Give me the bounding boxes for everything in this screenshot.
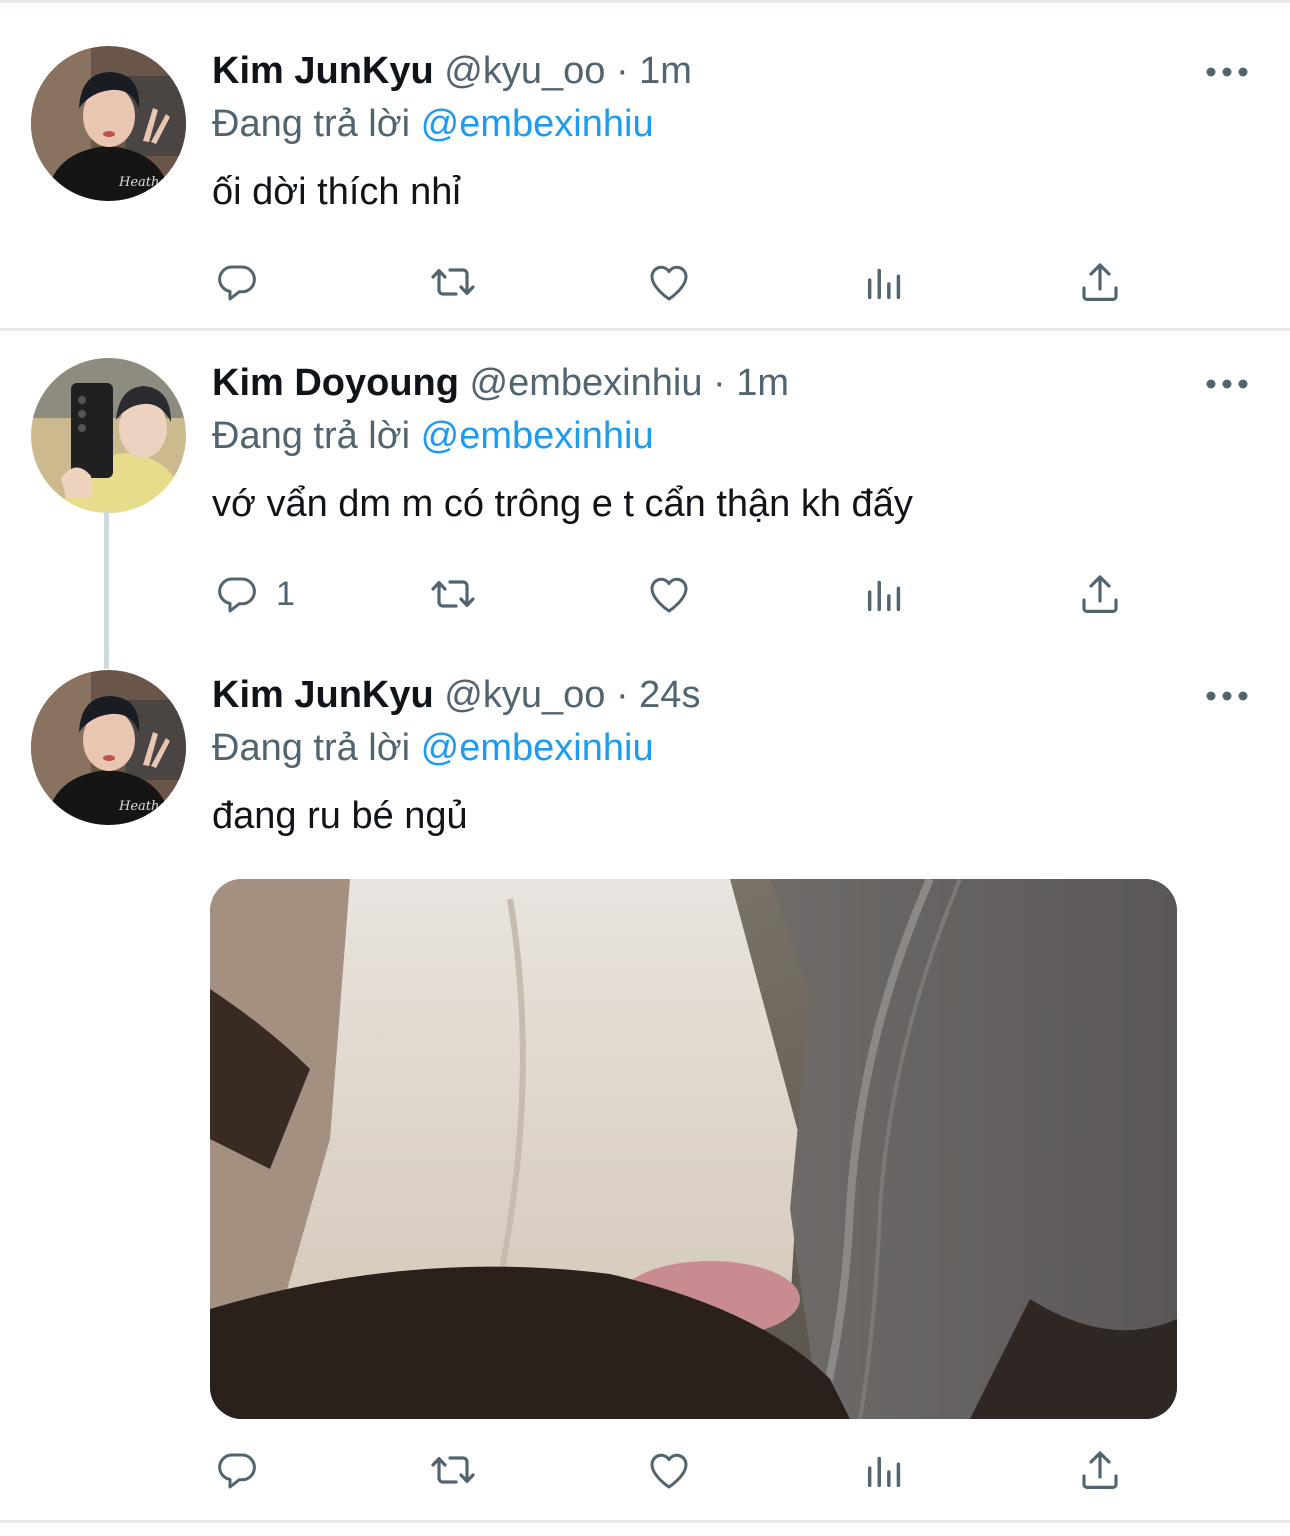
more-button[interactable] <box>1204 374 1250 394</box>
tweet-2[interactable]: Kim Doyoung @embexinhiu · 1m Đang trả lờ… <box>0 331 1290 669</box>
reply-button[interactable] <box>212 1446 276 1494</box>
svg-text:Heathers: Heathers <box>118 799 180 814</box>
retweet-icon <box>431 580 475 608</box>
tweet-text: ối dời thích nhỉ <box>212 171 461 213</box>
tweet-actions <box>212 1446 1152 1494</box>
author-name[interactable]: Kim JunKyu <box>212 50 434 92</box>
reply-icon <box>218 265 256 301</box>
separator-dot: · <box>615 50 629 92</box>
retweet-icon <box>431 268 475 296</box>
tweet-header: Kim Doyoung @embexinhiu · 1m <box>212 360 789 406</box>
views-icon <box>867 1456 901 1488</box>
mention-link[interactable]: @embexinhiu <box>421 727 654 769</box>
retweet-button[interactable] <box>427 1446 479 1494</box>
tweet-header: Kim JunKyu @kyu_oo · 1m <box>212 48 692 94</box>
share-button[interactable] <box>1076 258 1124 306</box>
more-icon <box>1206 379 1248 389</box>
more-icon <box>1206 67 1248 77</box>
avatar[interactable]: Heathers <box>31 46 186 201</box>
avatar[interactable]: Heathers <box>31 670 186 825</box>
reply-count: 1 <box>276 574 295 613</box>
replying-to-label: Đang trả lời <box>212 727 411 769</box>
separator-dot: · <box>615 674 629 716</box>
share-button[interactable] <box>1076 1446 1124 1494</box>
more-button[interactable] <box>1204 686 1250 706</box>
tweet-photo[interactable] <box>210 879 1177 1419</box>
tweet-actions <box>212 258 1152 306</box>
author-name[interactable]: Kim Doyoung <box>212 362 459 404</box>
share-icon <box>1082 575 1118 613</box>
views-button[interactable] <box>862 570 908 618</box>
views-icon <box>867 268 901 300</box>
reply-button[interactable] <box>212 258 276 306</box>
reply-icon <box>218 577 256 613</box>
author-handle[interactable]: @kyu_oo <box>444 674 605 716</box>
reply-button[interactable]: 1 <box>212 570 295 618</box>
like-button[interactable] <box>644 258 694 306</box>
tweet-text: đang ru bé ngủ <box>212 795 468 837</box>
views-button[interactable] <box>862 1446 908 1494</box>
heart-icon <box>650 1453 688 1489</box>
tweet-1[interactable]: Heathers Kim JunKyu @kyu_oo · 1m Đang tr… <box>0 0 1290 330</box>
views-icon <box>867 580 901 612</box>
reply-icon <box>218 1453 256 1489</box>
more-icon <box>1206 691 1248 701</box>
avatar[interactable] <box>31 358 186 513</box>
author-handle[interactable]: @kyu_oo <box>444 50 605 92</box>
share-icon <box>1082 263 1118 301</box>
retweet-icon <box>431 1456 475 1484</box>
share-icon <box>1082 1451 1118 1489</box>
author-handle[interactable]: @embexinhiu <box>470 362 703 404</box>
more-button[interactable] <box>1204 62 1250 82</box>
replying-to: Đang trả lời @embexinhiu <box>212 725 654 771</box>
replying-to: Đang trả lời @embexinhiu <box>212 413 654 459</box>
author-name[interactable]: Kim JunKyu <box>212 674 434 716</box>
share-button[interactable] <box>1076 570 1124 618</box>
like-button[interactable] <box>644 1446 694 1494</box>
timestamp[interactable]: 1m <box>639 50 692 92</box>
retweet-button[interactable] <box>427 258 479 306</box>
bottom-separator <box>0 1520 1290 1523</box>
mention-link[interactable]: @embexinhiu <box>421 415 654 457</box>
retweet-button[interactable] <box>427 570 479 618</box>
svg-text:Heathers: Heathers <box>118 175 180 190</box>
replying-to-label: Đang trả lời <box>212 103 411 145</box>
views-button[interactable] <box>862 258 908 306</box>
mention-link[interactable]: @embexinhiu <box>421 103 654 145</box>
tweet-actions: 1 <box>212 570 1152 618</box>
like-button[interactable] <box>644 570 694 618</box>
timestamp[interactable]: 24s <box>639 674 700 716</box>
separator-dot: · <box>713 362 726 404</box>
replying-to: Đang trả lời @embexinhiu <box>212 101 654 147</box>
heart-icon <box>650 577 688 613</box>
heart-icon <box>650 265 688 301</box>
tweet-text: vớ vẩn dm m có trông e t cẩn thận kh đấy <box>212 483 913 525</box>
tweet-header: Kim JunKyu @kyu_oo · 24s <box>212 672 700 718</box>
timestamp[interactable]: 1m <box>736 362 789 404</box>
replying-to-label: Đang trả lời <box>212 415 411 457</box>
